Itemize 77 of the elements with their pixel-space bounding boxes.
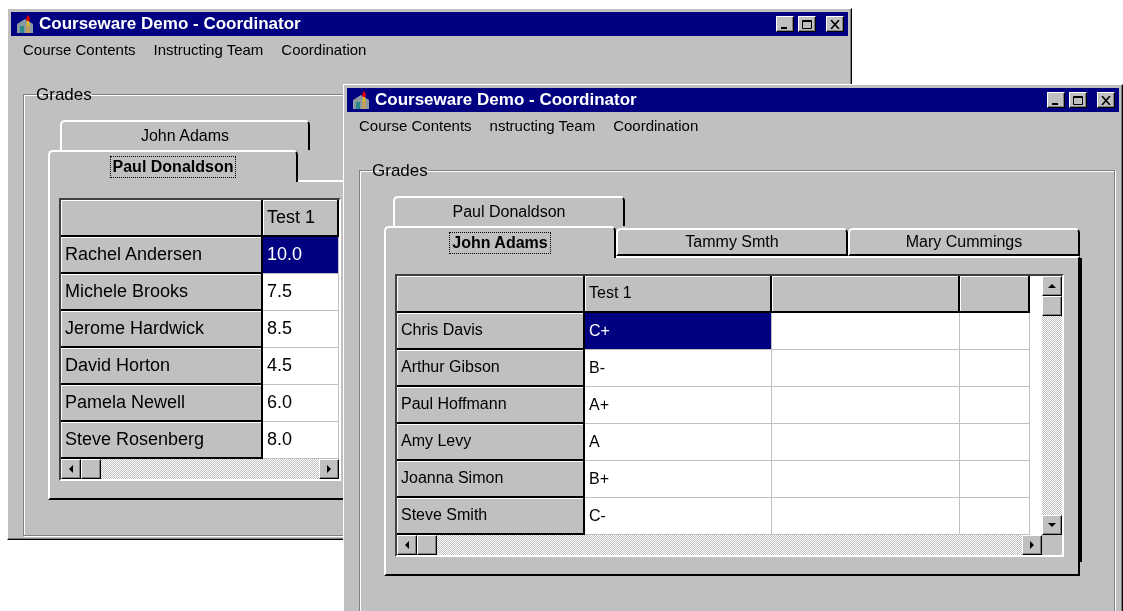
minimize-button[interactable] (1047, 92, 1065, 108)
right-arrow-icon (325, 464, 333, 473)
menu-item[interactable]: Course Contents (23, 38, 136, 62)
group-label: Grades (372, 160, 428, 182)
horizontal-scrollbar[interactable] (397, 534, 1042, 555)
window-title: Courseware Demo - Coordinator (375, 89, 637, 112)
student-tab[interactable]: Mary Cummings (848, 227, 1080, 256)
column-header[interactable]: Test 1 (263, 199, 339, 237)
scroll-thumb[interactable] (417, 534, 437, 555)
student-tab[interactable]: Paul Donaldson (393, 195, 625, 226)
vertical-scrollbar[interactable] (1042, 275, 1062, 535)
menu-item[interactable]: Coordination (613, 114, 699, 138)
grade-cell[interactable]: 8.0 (263, 421, 339, 459)
column-header[interactable] (960, 275, 1030, 313)
maximize-icon (1073, 95, 1083, 105)
maximize-button[interactable] (1069, 92, 1087, 108)
grade-cell[interactable]: B+ (585, 460, 772, 498)
menu-item[interactable]: Coordination (281, 38, 367, 62)
window-title: Courseware Demo - Coordinator (39, 13, 301, 36)
group-label: Grades (36, 84, 92, 106)
left-arrow-icon (403, 540, 411, 549)
scroll-thumb[interactable] (81, 458, 101, 479)
row-header[interactable]: Joanna Simon (397, 460, 585, 498)
minimize-icon (781, 26, 787, 29)
row-header[interactable]: Steve Rosenberg (61, 421, 263, 459)
grade-cell[interactable]: C- (585, 497, 772, 535)
schoolhouse-icon (15, 14, 35, 34)
student-tab[interactable]: Paul Donaldson (48, 149, 298, 182)
close-icon (1101, 95, 1111, 105)
grade-cell[interactable]: A+ (585, 386, 772, 424)
grade-cell[interactable]: 8.5 (263, 310, 339, 348)
row-header[interactable]: Michele Brooks (61, 273, 263, 311)
left-arrow-icon (67, 464, 75, 473)
scroll-thumb[interactable] (1042, 295, 1062, 316)
close-button[interactable] (826, 16, 844, 32)
row-header[interactable]: Rachel Andersen (61, 236, 263, 274)
student-tab[interactable]: John Adams (60, 119, 310, 150)
close-icon (830, 19, 840, 29)
row-header[interactable]: Paul Hoffmann (397, 386, 585, 424)
student-tab[interactable]: Tammy Smth (616, 227, 848, 256)
row-header[interactable]: Steve Smith (397, 497, 585, 535)
row-header[interactable]: Arthur Gibson (397, 349, 585, 387)
row-header[interactable]: Pamela Newell (61, 384, 263, 422)
scroll-right-button[interactable] (1022, 534, 1042, 555)
schoolhouse-icon (351, 90, 371, 110)
scroll-left-button[interactable] (61, 458, 81, 479)
column-header[interactable]: Test 1 (585, 275, 772, 313)
horizontal-scrollbar[interactable] (61, 458, 339, 479)
grade-cell[interactable]: 7.5 (263, 273, 339, 311)
scroll-down-button[interactable] (1042, 514, 1062, 535)
menu-item[interactable]: Instructing Team (153, 38, 264, 62)
scroll-up-button[interactable] (1042, 275, 1062, 296)
menu-item[interactable]: Course Contents (359, 114, 472, 138)
menu-item[interactable]: nstructing Team (489, 114, 596, 138)
grade-cell[interactable]: A (585, 423, 772, 461)
minimize-icon (1052, 102, 1058, 105)
grade-cell[interactable]: C+ (585, 312, 772, 350)
down-arrow-icon (1048, 520, 1056, 529)
row-header[interactable]: Jerome Hardwick (61, 310, 263, 348)
right-arrow-icon (1028, 540, 1036, 549)
grade-cell[interactable]: 10.0 (263, 236, 339, 274)
column-header[interactable] (772, 275, 960, 313)
up-arrow-icon (1048, 281, 1056, 290)
row-header[interactable]: David Horton (61, 347, 263, 385)
row-header[interactable]: Chris Davis (397, 312, 585, 350)
scroll-right-button[interactable] (319, 458, 339, 479)
student-tab[interactable]: John Adams (384, 225, 616, 258)
grade-cell[interactable]: 6.0 (263, 384, 339, 422)
row-header[interactable]: Amy Levy (397, 423, 585, 461)
grade-cell[interactable]: B- (585, 349, 772, 387)
maximize-button[interactable] (798, 16, 816, 32)
close-button[interactable] (1097, 92, 1115, 108)
minimize-button[interactable] (776, 16, 794, 32)
maximize-icon (802, 19, 812, 29)
scrollbar-corner (1042, 534, 1062, 555)
scroll-left-button[interactable] (397, 534, 417, 555)
grade-cell[interactable]: 4.5 (263, 347, 339, 385)
